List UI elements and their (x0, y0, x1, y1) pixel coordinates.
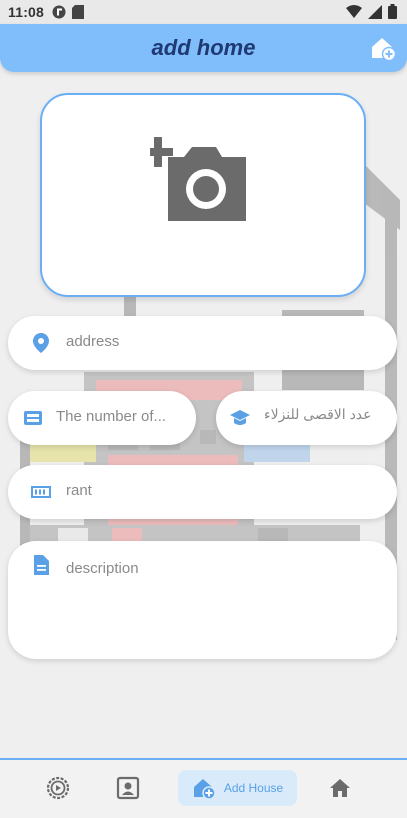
description-placeholder: description (66, 560, 139, 577)
rent-field[interactable]: rant (8, 465, 397, 519)
home-icon (330, 779, 350, 797)
address-placeholder: address (66, 333, 120, 350)
add-house-icon (193, 779, 216, 800)
app-notification-icon (52, 5, 66, 19)
max-guests-field[interactable]: عدد الاقصى للنزلاء (216, 391, 397, 445)
bed-icon (24, 411, 42, 425)
photo-picker[interactable] (40, 93, 366, 297)
beds-count-placeholder: The number of... (56, 408, 167, 425)
beds-count-field[interactable]: The number of... (8, 391, 196, 445)
max-guests-placeholder: عدد الاقصى للنزلاء (264, 406, 372, 422)
page-title: add home (151, 35, 256, 60)
nav-item-add-house[interactable]: Add House (178, 770, 297, 806)
location-pin-icon (33, 333, 49, 353)
rent-placeholder: rant (66, 482, 92, 499)
graduation-cap-icon (230, 410, 250, 425)
signal-icon (368, 4, 382, 19)
address-field[interactable]: address (8, 316, 397, 370)
nav-item-home[interactable] (322, 770, 358, 806)
timer-settings-icon (46, 776, 70, 800)
wifi-icon (346, 4, 362, 18)
status-bar: 11:08 (0, 0, 407, 24)
app-bar: add home (0, 24, 407, 72)
sd-card-icon (72, 5, 85, 19)
document-icon (34, 555, 49, 575)
bottom-nav: Add House (0, 758, 407, 818)
status-time: 11:08 (8, 4, 45, 20)
battery-icon (388, 4, 397, 19)
money-icon (31, 486, 51, 498)
contact-card-icon (116, 776, 140, 800)
nav-item-timer[interactable] (40, 770, 76, 806)
add-photo-camera-icon (150, 137, 246, 221)
add-home-icon[interactable] (369, 34, 397, 62)
description-field[interactable]: description (8, 541, 397, 659)
nav-item-profile[interactable] (110, 770, 146, 806)
nav-item-add-house-label: Add House (223, 781, 284, 795)
